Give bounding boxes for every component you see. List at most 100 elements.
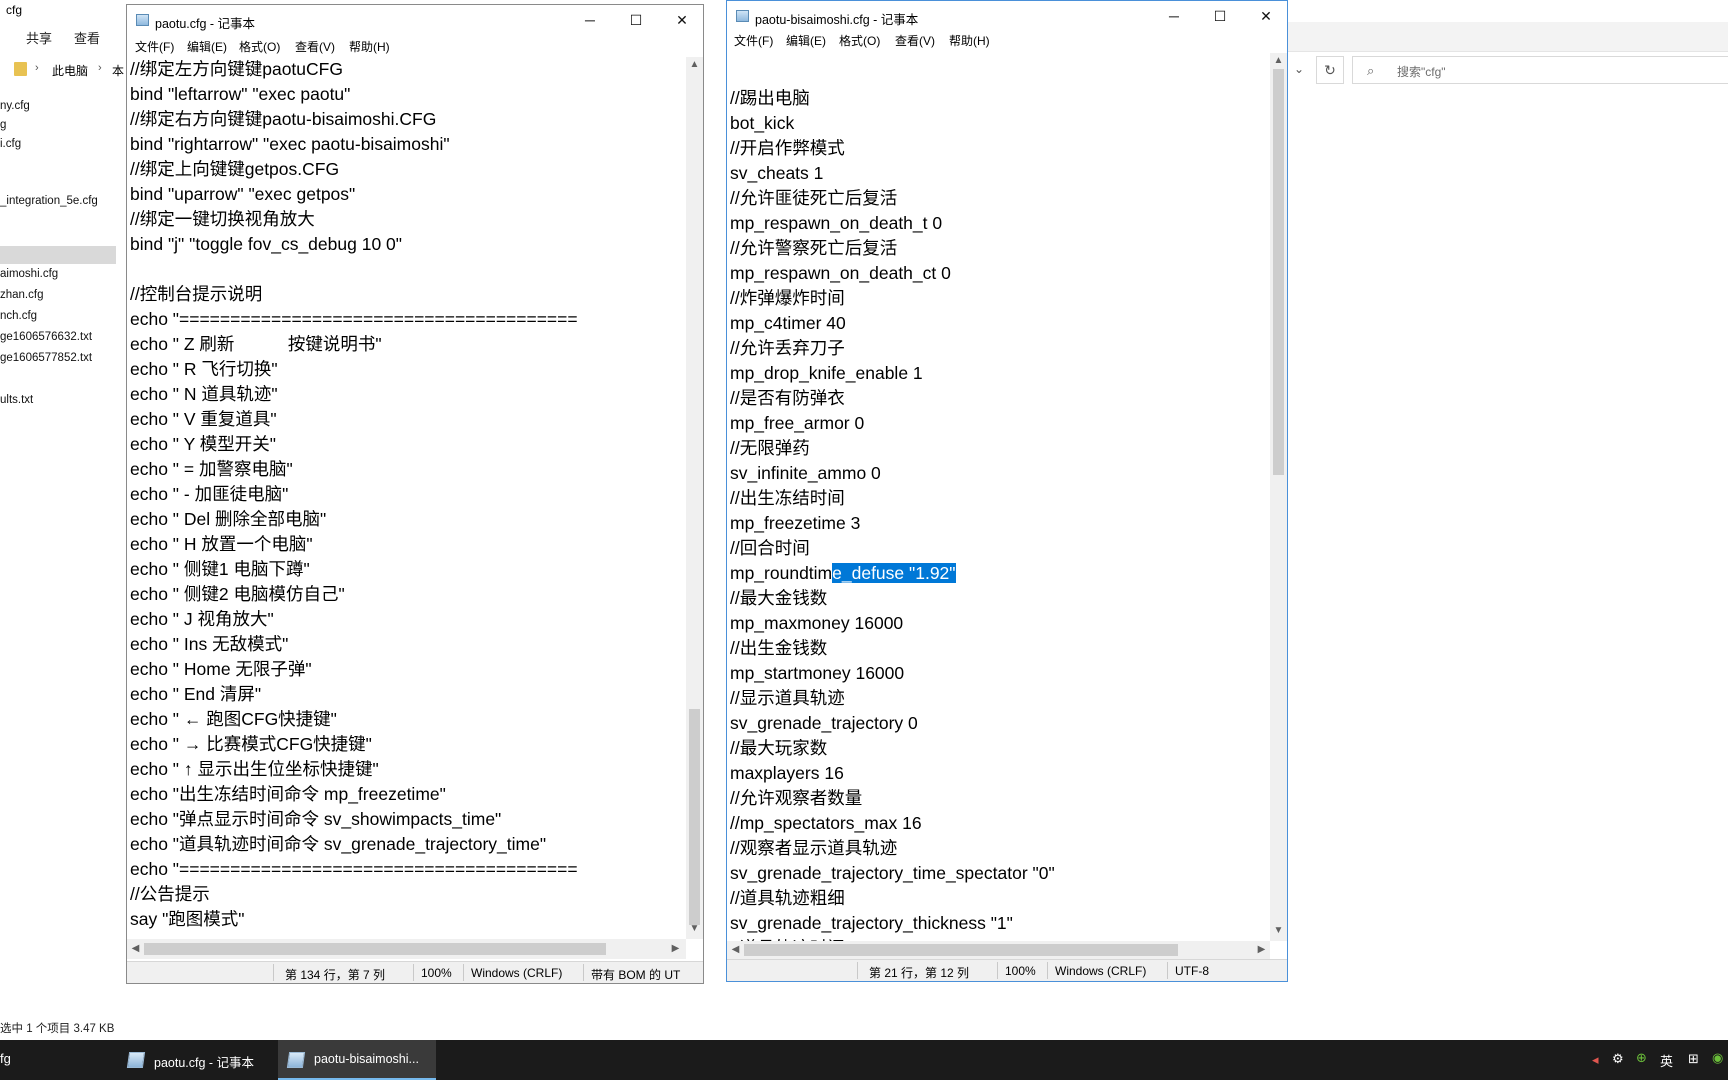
file-item[interactable]: ge1606576632.txt xyxy=(0,331,116,349)
horizontal-scrollbar[interactable]: ◀ ▶ xyxy=(727,941,1270,959)
text-line: //允许丢弃刀子 xyxy=(730,338,845,358)
scrollbar-thumb[interactable] xyxy=(744,944,1178,956)
search-box[interactable]: ⌕ 搜索"cfg" xyxy=(1352,56,1728,84)
text-line: //最大金钱数 xyxy=(730,588,828,608)
desktop: cfg 共享 查看 › 此电脑 › 本 ⌄ ↻ ⌕ 搜索"cfg" ny.cfg… xyxy=(0,0,1728,1080)
scroll-up-arrow-icon[interactable]: ▲ xyxy=(686,59,703,70)
menu-help[interactable]: 帮助(H) xyxy=(349,38,390,55)
text-line: //道具轨迹粗细 xyxy=(730,888,845,908)
menu-edit[interactable]: 编辑(E) xyxy=(786,32,826,49)
text-line: echo " ← 跑图CFG快捷键" xyxy=(130,709,337,729)
address-bar[interactable]: › 此电脑 › 本 xyxy=(0,53,130,87)
text-line: sv_grenade_trajectory 0 xyxy=(730,713,918,733)
breadcrumb-this-pc[interactable]: 此电脑 xyxy=(52,62,88,79)
text-line: //允许匪徒死亡后复活 xyxy=(730,188,898,208)
status-separator xyxy=(1047,962,1048,979)
refresh-button[interactable]: ↻ xyxy=(1316,56,1344,84)
text-line: sv_grenade_trajectory_thickness "1" xyxy=(730,913,1013,933)
tray-arrow-icon[interactable]: ◂ xyxy=(1592,1052,1599,1080)
input-mode-icon[interactable]: ⊞ xyxy=(1688,1051,1699,1080)
maximize-button[interactable]: ☐ xyxy=(1197,1,1243,31)
menu-view[interactable]: 查看(V) xyxy=(295,38,335,55)
file-item-selected[interactable] xyxy=(0,246,116,264)
text-editor[interactable]: //踢出电脑 bot_kick //开启作弊模式 sv_cheats 1 //允许匪徒死… xyxy=(727,53,1270,941)
close-button[interactable]: ✕ xyxy=(659,5,703,35)
menu-view[interactable]: 查看(V) xyxy=(895,32,935,49)
chevron-right-icon: › xyxy=(98,62,102,74)
text-line: echo " Y 模型开关" xyxy=(130,434,276,454)
taskbar-button-paotu[interactable]: paotu.cfg - 记事本 xyxy=(118,1040,270,1080)
folder-icon xyxy=(14,62,27,76)
notepad-icon xyxy=(126,1052,146,1068)
close-button[interactable]: ✕ xyxy=(1243,1,1287,31)
menu-edit[interactable]: 编辑(E) xyxy=(187,38,227,55)
menu-help[interactable]: 帮助(H) xyxy=(949,32,990,49)
file-item[interactable]: ults.txt xyxy=(0,394,116,412)
title-bar[interactable]: paotu.cfg - 记事本 ─ ☐ ✕ xyxy=(127,5,703,35)
tray-green-icon[interactable]: ◉ xyxy=(1712,1050,1723,1080)
file-item[interactable]: g xyxy=(0,119,116,137)
menu-file[interactable]: 文件(F) xyxy=(734,32,773,49)
text-line: //mp_spectators_max 16 xyxy=(730,813,922,833)
scroll-down-arrow-icon[interactable]: ▼ xyxy=(686,923,703,934)
taskbar-button-label: paotu-bisaimoshi... xyxy=(314,1052,419,1066)
text-line: //显示道具轨迹 xyxy=(730,688,845,708)
horizontal-scrollbar[interactable]: ◀ ▶ xyxy=(127,939,686,959)
text-line: //绑定右方向键键paotu-bisaimoshi.CFG xyxy=(130,109,437,129)
minimize-button[interactable]: ─ xyxy=(1151,1,1197,31)
title-bar[interactable]: paotu-bisaimoshi.cfg - 记事本 ─ ☐ ✕ xyxy=(727,1,1287,31)
scroll-left-arrow-icon[interactable]: ◀ xyxy=(127,943,144,954)
file-item[interactable]: ny.cfg xyxy=(0,100,116,118)
vertical-scrollbar[interactable]: ▲ ▼ xyxy=(1270,53,1287,941)
explorer-status-text: 选中 1 个项目 3.47 KB xyxy=(0,1023,115,1035)
scroll-right-arrow-icon[interactable]: ▶ xyxy=(1253,944,1270,955)
taskbar-item-partial[interactable]: fg xyxy=(0,1051,11,1066)
file-item[interactable]: zhan.cfg xyxy=(0,289,116,307)
status-separator xyxy=(583,964,584,981)
file-item[interactable]: aimoshi.cfg xyxy=(0,268,116,286)
ribbon-tab-view[interactable]: 查看 xyxy=(74,28,100,47)
status-line-column: 第 21 行，第 12 列 xyxy=(869,966,970,980)
search-icon: ⌕ xyxy=(1367,63,1375,78)
status-separator xyxy=(1167,962,1168,979)
vertical-scrollbar[interactable]: ▲ ▼ xyxy=(686,57,703,939)
tray-app-icon[interactable]: ⊕ xyxy=(1636,1050,1647,1080)
scroll-up-arrow-icon[interactable]: ▲ xyxy=(1270,55,1287,66)
minimize-button[interactable]: ─ xyxy=(567,5,613,35)
text-line: maxplayers 16 xyxy=(730,763,844,783)
text-line: echo " R 飞行切换" xyxy=(130,359,278,379)
scroll-left-arrow-icon[interactable]: ◀ xyxy=(727,944,744,955)
text-line: echo "==================================… xyxy=(130,859,578,879)
scrollbar-thumb[interactable] xyxy=(144,943,606,955)
status-separator xyxy=(857,962,858,979)
steam-icon[interactable]: ⚙ xyxy=(1612,1051,1624,1080)
chevron-down-icon[interactable]: ⌄ xyxy=(1286,62,1312,82)
breadcrumb-segment[interactable]: 本 xyxy=(112,62,124,79)
scrollbar-thumb[interactable] xyxy=(1273,69,1284,475)
menu-format[interactable]: 格式(O) xyxy=(239,38,280,55)
text-line: //允许观察者数量 xyxy=(730,788,863,808)
status-zoom: 100% xyxy=(1005,964,1036,978)
scroll-right-arrow-icon[interactable]: ▶ xyxy=(667,943,684,954)
text-line: echo "道具轨迹时间命令 sv_grenade_trajectory_tim… xyxy=(130,834,547,854)
file-item[interactable]: ge1606577852.txt xyxy=(0,352,116,370)
scroll-down-arrow-icon[interactable]: ▼ xyxy=(1270,925,1287,936)
file-item[interactable] xyxy=(0,214,116,232)
menu-file[interactable]: 文件(F) xyxy=(135,38,174,55)
input-language-indicator[interactable]: 英 xyxy=(1660,1051,1673,1080)
ribbon-tab-share[interactable]: 共享 xyxy=(26,28,52,47)
taskbar-button-paotu-bisaimoshi[interactable]: paotu-bisaimoshi... xyxy=(278,1040,436,1080)
file-item[interactable]: nch.cfg xyxy=(0,310,116,328)
menu-format[interactable]: 格式(O) xyxy=(839,32,880,49)
notepad-icon xyxy=(736,10,749,22)
status-separator xyxy=(413,964,414,981)
text-line: echo "==================================… xyxy=(130,309,578,329)
text-line: //观察者显示道具轨迹 xyxy=(730,838,898,858)
text-editor[interactable]: //绑定左方向键键paotuCFG bind "leftarrow" "exec … xyxy=(127,57,686,939)
maximize-button[interactable]: ☐ xyxy=(613,5,659,35)
file-item[interactable]: i.cfg xyxy=(0,138,116,156)
text-line: //开启作弊模式 xyxy=(730,138,845,158)
file-item[interactable]: _integration_5e.cfg xyxy=(0,195,116,213)
text-line: echo " Home 无限子弹" xyxy=(130,659,312,679)
scrollbar-thumb[interactable] xyxy=(689,709,700,925)
